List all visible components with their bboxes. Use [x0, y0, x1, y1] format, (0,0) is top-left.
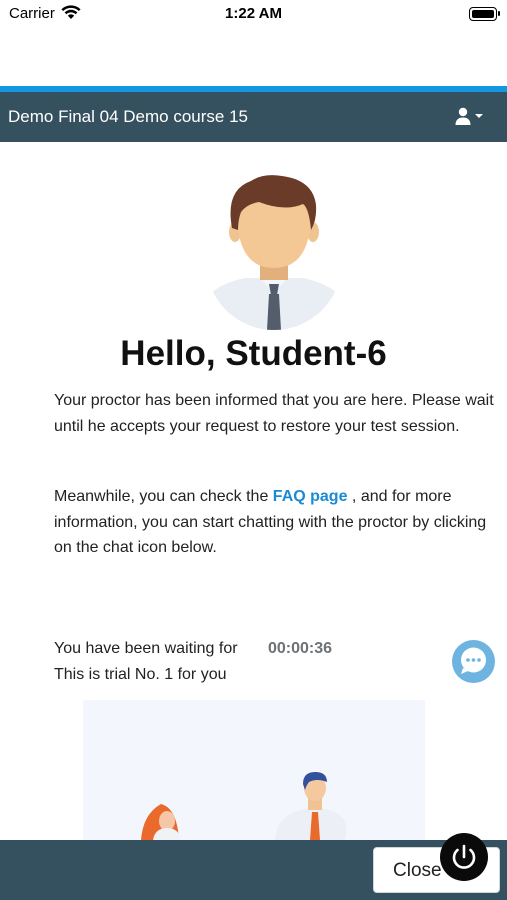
waiting-label: You have been waiting for: [54, 640, 238, 657]
status-bar: Carrier 1:22 AM: [0, 0, 507, 28]
user-icon: [455, 107, 483, 125]
battery-icon: [469, 7, 500, 21]
chevron-down-icon: [475, 114, 483, 118]
chat-icon: [461, 647, 486, 674]
user-menu-button[interactable]: [455, 107, 487, 127]
faq-text-before: Meanwhile, you can check the: [54, 488, 273, 505]
proctor-info-text: Your proctor has been informed that you …: [54, 392, 494, 435]
trial-text: This is trial No. 1 for you: [54, 666, 227, 683]
app-header: Demo Final 04 Demo course 15: [0, 92, 507, 142]
greeting-heading: Hello, Student-6: [120, 334, 387, 373]
power-button[interactable]: [440, 833, 488, 881]
avatar: [205, 172, 343, 332]
course-title: Demo Final 04 Demo course 15: [8, 107, 249, 126]
faq-link[interactable]: FAQ page: [273, 488, 348, 505]
waiting-timer: 00:00:36: [268, 640, 333, 657]
power-icon: [452, 844, 476, 869]
chat-button[interactable]: [452, 640, 495, 683]
faq-info-text: Meanwhile, you can check the FAQ page , …: [54, 484, 494, 561]
waiting-illustration: [83, 700, 425, 840]
clock: 1:22 AM: [225, 5, 282, 22]
